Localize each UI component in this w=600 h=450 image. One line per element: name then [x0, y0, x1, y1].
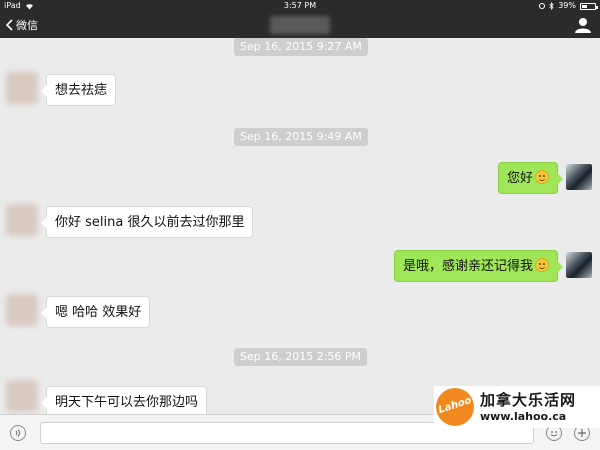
plus-icon: [578, 429, 586, 437]
smiley-icon: [550, 431, 558, 437]
smile-emoji-icon: [535, 170, 549, 184]
received-message[interactable]: 嗯 哈哈 效果好: [40, 296, 151, 328]
watermark-url: www.lahoo.ca: [480, 410, 567, 423]
sent-message-text: 是哦，感谢亲还记得我: [402, 259, 533, 274]
chat-area[interactable]: Sep 16, 2015 9:27 AM 想去祛痣 Sep 16, 2015 9…: [0, 38, 600, 418]
user-avatar[interactable]: [566, 252, 592, 278]
nav-bar: 微信: [0, 12, 600, 38]
chevron-left-icon: [6, 19, 13, 31]
back-button[interactable]: 微信: [6, 12, 38, 38]
status-bar: iPad 3:57 PM 39%: [0, 0, 600, 12]
sent-message-text: 您好: [506, 171, 533, 186]
sent-message[interactable]: 您好: [497, 162, 564, 194]
orientation-lock-icon: [539, 3, 546, 9]
contact-avatar[interactable]: [6, 294, 38, 326]
contact-avatar[interactable]: [6, 72, 38, 104]
contact-avatar[interactable]: [6, 380, 38, 412]
profile-icon[interactable]: [574, 16, 592, 34]
watermark-title: 加拿大乐活网: [480, 391, 577, 409]
received-message[interactable]: 想去祛痣: [40, 74, 117, 106]
battery-percentage: 39%: [558, 1, 576, 10]
bluetooth-icon: [549, 2, 554, 10]
logo-text: Lahoo: [437, 395, 473, 416]
lahoo-logo: Lahoo: [436, 388, 474, 426]
status-time: 3:57 PM: [283, 1, 317, 10]
back-label: 微信: [16, 19, 38, 32]
timestamp: Sep 16, 2015 9:27 AM: [234, 38, 368, 56]
received-message[interactable]: 你好 selina 很久以前去过你那里: [40, 206, 254, 238]
smile-emoji-icon: [535, 258, 549, 272]
sent-message[interactable]: 是哦，感谢亲还记得我: [393, 250, 564, 282]
voice-button[interactable]: [10, 425, 26, 441]
timestamp: Sep 16, 2015 2:56 PM: [234, 348, 368, 366]
contact-name-blurred: [270, 16, 330, 34]
timestamp: Sep 16, 2015 9:49 AM: [234, 128, 368, 146]
contact-avatar[interactable]: [6, 204, 38, 236]
watermark: Lahoo 加拿大乐活网 www.lahoo.ca: [434, 386, 600, 428]
user-avatar[interactable]: [566, 164, 592, 190]
voice-icon: [15, 429, 20, 437]
battery-icon: [580, 2, 598, 10]
